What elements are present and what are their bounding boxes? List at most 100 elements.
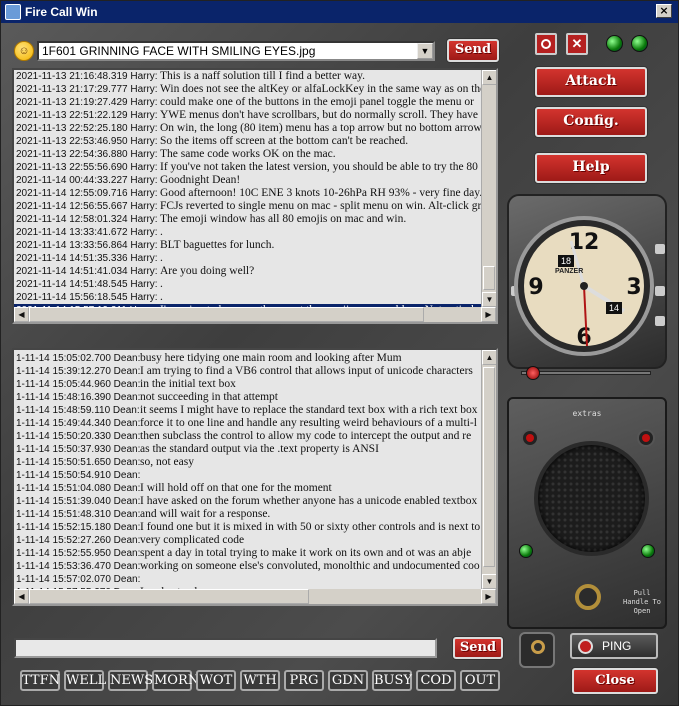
incoming-vertical-scrollbar[interactable]: ▲ ▼: [481, 70, 496, 307]
app-window: Fire Call Win × ☺ 1F601 GRINNING FACE WI…: [0, 0, 679, 706]
quick-reply-button[interactable]: NEWS: [108, 670, 153, 691]
outgoing-message-log[interactable]: 1-11-14 15:05:02.700 Dean: busy here tidy…: [12, 348, 498, 606]
log-row[interactable]: 1-11-14 15:52:55.950 Dean: spent a day in…: [14, 547, 484, 560]
log-row[interactable]: 2021-11-14 15:56:18.545 Harry:.: [14, 291, 484, 304]
scroll-thumb[interactable]: [483, 266, 495, 290]
log-row[interactable]: 2021-11-14 13:33:41.672 Harry:.: [14, 226, 484, 239]
log-timestamp: 1-11-14 15:05:02.700 Dean:: [16, 353, 141, 364]
log-row[interactable]: 2021-11-13 21:19:27.429 Harry: could make…: [14, 96, 484, 109]
log-row[interactable]: 2021-11-13 22:55:56.690 Harry: If you've …: [14, 161, 484, 174]
log-row[interactable]: 1-11-14 15:52:27.260 Dean: very complicat…: [14, 534, 484, 547]
log-timestamp: 2021-11-14 13:33:56.864 Harry:: [16, 240, 158, 251]
window-close-button[interactable]: ×: [656, 4, 672, 18]
log-row[interactable]: 1-11-14 15:49:44.340 Dean: force it to on…: [14, 417, 484, 430]
outgoing-vertical-scrollbar[interactable]: ▲ ▼: [481, 350, 496, 589]
close-icon[interactable]: ✕: [566, 33, 588, 55]
send-message-button[interactable]: Send: [453, 637, 503, 659]
ping-button[interactable]: PING: [570, 633, 658, 659]
log-row[interactable]: 1-11-14 15:53:36.470 Dean: working on som…: [14, 560, 484, 573]
log-row[interactable]: 1-11-14 15:51:39.040 Dean: I have asked o…: [14, 495, 484, 508]
scroll-right-icon[interactable]: ▶: [481, 589, 496, 604]
log-row[interactable]: 2021-11-13 22:53:46.950 Harry: So the ite…: [14, 135, 484, 148]
log-row[interactable]: 1-11-14 15:52:15.180 Dean: I found one bu…: [14, 521, 484, 534]
quick-reply-button[interactable]: WTH: [240, 670, 280, 691]
attach-button[interactable]: Attach: [535, 67, 647, 97]
scroll-left-icon[interactable]: ◀: [14, 589, 29, 604]
log-row[interactable]: 2021-11-14 12:55:09.716 Harry: Good after…: [14, 187, 484, 200]
scroll-up-icon[interactable]: ▲: [482, 70, 496, 85]
message-input[interactable]: [14, 638, 437, 658]
config-button[interactable]: Config.: [535, 107, 647, 137]
scroll-down-icon[interactable]: ▼: [482, 292, 496, 307]
outgoing-message-list: 1-11-14 15:05:02.700 Dean: busy here tidy…: [14, 352, 484, 590]
slider-knob[interactable]: [526, 366, 540, 380]
log-timestamp: 2021-11-14 12:56:55.667 Harry:: [16, 201, 158, 212]
log-message: I am trying to find a VB6 control that a…: [140, 365, 473, 377]
log-row[interactable]: 2021-11-14 14:51:41.034 Harry: Are you do…: [14, 265, 484, 278]
log-row[interactable]: 2021-11-13 22:51:22.129 Harry: YWE menus …: [14, 109, 484, 122]
log-message: The emoji window has all 80 emojis on ma…: [160, 213, 407, 225]
log-row[interactable]: 1-11-14 15:57:02.070 Dean:: [14, 573, 484, 586]
scroll-left-icon[interactable]: ◀: [14, 307, 29, 322]
quick-reply-button[interactable]: TTFN: [20, 670, 60, 691]
send-emoji-button[interactable]: Send: [447, 39, 499, 62]
log-row[interactable]: 1-11-14 15:05:02.700 Dean: busy here tidy…: [14, 352, 484, 365]
log-row[interactable]: 2021-11-13 22:52:25.180 Harry: On win, th…: [14, 122, 484, 135]
quick-reply-button[interactable]: COD: [416, 670, 456, 691]
scroll-thumb[interactable]: [29, 589, 309, 604]
close-button[interactable]: Close: [572, 668, 658, 694]
log-row[interactable]: 1-11-14 15:50:37.930 Dean: as the standar…: [14, 443, 484, 456]
pull-ring-icon[interactable]: [575, 584, 601, 610]
incoming-horizontal-scrollbar[interactable]: ◀ ▶: [14, 307, 496, 322]
log-row[interactable]: 2021-11-14 00:44:33.227 Harry: Goodnight …: [14, 174, 484, 187]
log-row[interactable]: 1-11-14 15:51:48.310 Dean: and will wait …: [14, 508, 484, 521]
log-row[interactable]: 2021-11-13 22:54:36.880 Harry: The same c…: [14, 148, 484, 161]
window-title: Fire Call Win: [25, 5, 98, 19]
log-message: Win does not see the altKey or alfaLockK…: [160, 83, 484, 95]
volume-slider[interactable]: [521, 371, 651, 375]
quick-reply-button[interactable]: OUT: [460, 670, 500, 691]
log-row[interactable]: 1-11-14 15:48:59.110 Dean: it seems I mig…: [14, 404, 484, 417]
grinning-face-icon[interactable]: ☺: [14, 41, 34, 61]
log-row[interactable]: 1-11-14 15:50:54.910 Dean:: [14, 469, 484, 482]
help-button[interactable]: Help: [535, 153, 647, 183]
scroll-thumb[interactable]: [29, 307, 424, 322]
log-row[interactable]: 2021-11-14 13:33:56.864 Harry: BLT baguet…: [14, 239, 484, 252]
log-row[interactable]: 1-11-14 15:48:16.390 Dean: not succeeding…: [14, 391, 484, 404]
dial-knob-icon[interactable]: [521, 429, 539, 447]
log-row[interactable]: 1-11-14 15:51:04.080 Dean: I will hold of…: [14, 482, 484, 495]
log-timestamp: 2021-11-14 12:58:01.324 Harry:: [16, 214, 158, 225]
log-row[interactable]: 1-11-14 15:05:44.960 Dean: in the initial…: [14, 378, 484, 391]
log-row[interactable]: 2021-11-13 21:17:29.777 Harry: Win does n…: [14, 83, 484, 96]
scroll-up-icon[interactable]: ▲: [482, 350, 496, 365]
scroll-thumb[interactable]: [483, 367, 495, 567]
log-timestamp: 1-11-14 15:50:51.650 Dean:: [16, 457, 141, 468]
emoji-select[interactable]: 1F601 GRINNING FACE WITH SMILING EYES.jp…: [37, 41, 435, 61]
log-message: in the initial text box: [140, 378, 236, 390]
record-button[interactable]: [535, 33, 557, 55]
log-row[interactable]: 1-11-14 15:39:12.270 Dean: I am trying to…: [14, 365, 484, 378]
quick-reply-button[interactable]: BUSY: [372, 670, 412, 691]
scroll-right-icon[interactable]: ▶: [481, 307, 496, 322]
quick-reply-button[interactable]: PRG: [284, 670, 324, 691]
log-row[interactable]: 1-11-14 15:50:51.650 Dean: so, not easy: [14, 456, 484, 469]
log-row[interactable]: 2021-11-14 14:51:48.545 Harry:.: [14, 278, 484, 291]
log-row[interactable]: 2021-11-14 12:56:55.667 Harry: FCJs rever…: [14, 200, 484, 213]
dial-knob-icon[interactable]: [637, 429, 655, 447]
quick-reply-button[interactable]: MORN: [152, 670, 199, 691]
log-row[interactable]: 2021-11-14 14:51:35.336 Harry:.: [14, 252, 484, 265]
log-row[interactable]: 2021-11-14 12:58:01.324 Harry: The emoji …: [14, 213, 484, 226]
chevron-down-icon[interactable]: ▼: [417, 43, 433, 59]
incoming-message-log[interactable]: 2021-11-13 21:16:48.319 Harry: This is a …: [12, 68, 498, 324]
log-row[interactable]: 2021-11-13 21:16:48.319 Harry: This is a …: [14, 70, 484, 83]
quick-reply-button[interactable]: WELL: [64, 670, 106, 691]
scroll-down-icon[interactable]: ▼: [482, 574, 496, 589]
log-timestamp: 1-11-14 15:48:59.110 Dean:: [16, 405, 140, 416]
log-timestamp: 1-11-14 15:52:55.950 Dean:: [16, 548, 141, 559]
log-timestamp: 2021-11-13 22:53:46.950 Harry:: [16, 136, 158, 147]
quick-reply-button[interactable]: WOT: [196, 670, 236, 691]
quick-reply-button[interactable]: GDN: [328, 670, 368, 691]
outgoing-horizontal-scrollbar[interactable]: ◀ ▶: [14, 589, 496, 604]
log-timestamp: 2021-11-14 14:51:35.336 Harry:: [16, 253, 158, 264]
log-row[interactable]: 1-11-14 15:50:20.330 Dean: then subclass …: [14, 430, 484, 443]
